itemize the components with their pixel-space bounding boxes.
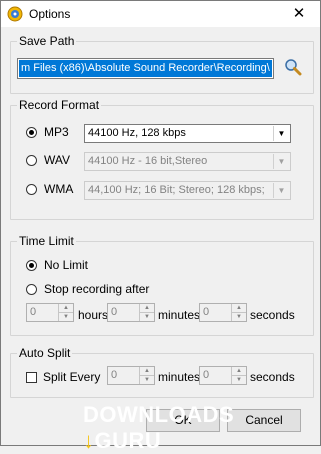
- mp3-quality-value: 44100 Hz, 128 kbps: [88, 127, 186, 139]
- app-icon: [7, 6, 23, 22]
- record-format-title: Record Format: [17, 98, 102, 112]
- hours-stepper[interactable]: 0 ▲ ▼: [26, 303, 74, 322]
- split-seconds-value: 0: [203, 369, 210, 381]
- options-dialog: Options ✕ Save Path m Files (x86)\Absolu…: [0, 0, 321, 453]
- stop-after-radio[interactable]: [26, 284, 37, 295]
- spin-down-icon[interactable]: ▼: [232, 376, 246, 384]
- hours-value: 0: [30, 306, 37, 318]
- save-path-title: Save Path: [17, 34, 77, 48]
- time-limit-title: Time Limit: [17, 234, 76, 248]
- chevron-down-icon[interactable]: ▼: [273, 183, 289, 198]
- wav-quality-value: 44100 Hz - 16 bit,Stereo: [88, 155, 208, 167]
- minutes-value: 0: [111, 306, 118, 318]
- save-path-input[interactable]: m Files (x86)\Absolute Sound Recorder\Re…: [17, 58, 274, 79]
- seconds-label: seconds: [250, 308, 295, 322]
- spin-down-icon[interactable]: ▼: [140, 313, 154, 321]
- chevron-down-icon[interactable]: ▼: [273, 154, 289, 169]
- window-title: Options: [29, 7, 71, 21]
- chevron-down-icon[interactable]: ▼: [273, 126, 289, 141]
- no-limit-radio[interactable]: [26, 260, 37, 271]
- mp3-label[interactable]: MP3: [44, 125, 69, 139]
- no-limit-label[interactable]: No Limit: [44, 258, 88, 272]
- close-button[interactable]: ✕: [278, 1, 320, 27]
- wav-radio[interactable]: [26, 155, 37, 166]
- seconds-value: 0: [203, 306, 210, 318]
- wma-quality-value: 44,100 Hz; 16 Bit; Stereo; 128 kbps;: [88, 184, 265, 196]
- stop-after-label[interactable]: Stop recording after: [44, 282, 149, 296]
- wav-label[interactable]: WAV: [44, 153, 70, 167]
- seconds-stepper[interactable]: 0 ▲ ▼: [199, 303, 247, 322]
- split-every-checkbox[interactable]: [26, 372, 37, 383]
- minutes-stepper[interactable]: 0 ▲ ▼: [107, 303, 155, 322]
- wma-radio[interactable]: [26, 184, 37, 195]
- spin-up-icon[interactable]: ▲: [59, 304, 73, 313]
- split-every-label[interactable]: Split Every: [43, 370, 100, 384]
- spin-up-icon[interactable]: ▲: [140, 304, 154, 313]
- spin-down-icon[interactable]: ▼: [232, 313, 246, 321]
- split-minutes-stepper[interactable]: 0 ▲ ▼: [107, 366, 155, 385]
- spin-up-icon[interactable]: ▲: [232, 304, 246, 313]
- magnifier-icon[interactable]: [284, 58, 302, 76]
- ok-button[interactable]: OK: [146, 409, 220, 432]
- split-seconds-stepper[interactable]: 0 ▲ ▼: [199, 366, 247, 385]
- wav-quality-select[interactable]: 44100 Hz - 16 bit,Stereo ▼: [84, 152, 291, 171]
- spin-down-icon[interactable]: ▼: [59, 313, 73, 321]
- spin-up-icon[interactable]: ▲: [232, 367, 246, 376]
- mp3-radio[interactable]: [26, 127, 37, 138]
- wma-label[interactable]: WMA: [44, 182, 73, 196]
- split-minutes-value: 0: [111, 369, 118, 381]
- hours-label: hours: [78, 308, 109, 322]
- cancel-button[interactable]: Cancel: [227, 409, 301, 432]
- title-bar[interactable]: Options ✕: [1, 1, 320, 27]
- spin-down-icon[interactable]: ▼: [140, 376, 154, 384]
- split-seconds-label: seconds: [250, 370, 295, 384]
- mp3-quality-select[interactable]: 44100 Hz, 128 kbps ▼: [84, 124, 291, 143]
- save-path-value: m Files (x86)\Absolute Sound Recorder\Re…: [19, 60, 272, 77]
- wma-quality-select[interactable]: 44,100 Hz; 16 Bit; Stereo; 128 kbps; ▼: [84, 181, 291, 200]
- auto-split-title: Auto Split: [17, 346, 73, 360]
- minutes-label: minutes: [158, 308, 201, 322]
- spin-up-icon[interactable]: ▲: [140, 367, 154, 376]
- split-minutes-label: minutes: [158, 370, 201, 384]
- close-icon: ✕: [292, 5, 306, 22]
